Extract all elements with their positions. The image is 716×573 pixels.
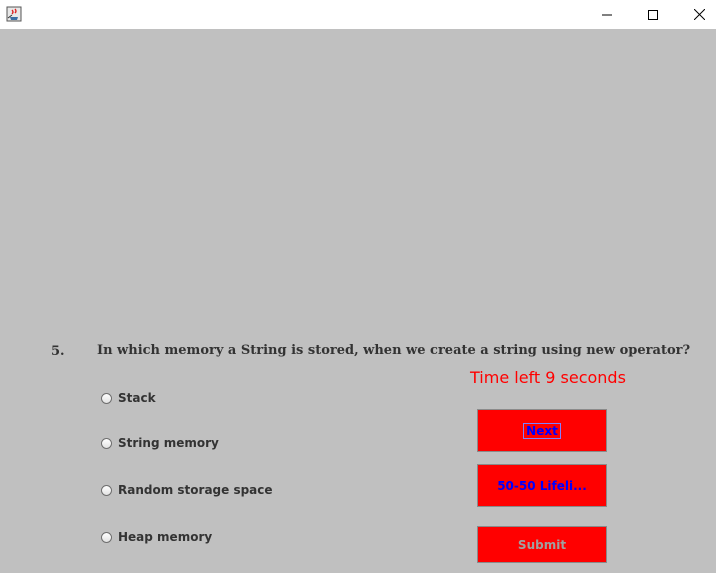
submit-button[interactable]: Submit [477,526,607,563]
timer-label: Time left 9 seconds [470,368,626,387]
option-random-storage-space[interactable]: Random storage space [101,481,273,499]
maximize-button[interactable] [630,0,676,29]
radio-button[interactable] [101,531,112,543]
lifeline-button[interactable]: 50-50 Lifeli... [477,464,607,507]
close-icon [693,5,705,24]
radio-button[interactable] [101,392,112,404]
minimize-button[interactable] [584,0,630,29]
option-label: Heap memory [118,530,213,544]
option-heap-memory[interactable]: Heap memory [101,528,212,546]
option-stack[interactable]: Stack [101,389,156,407]
option-label: Stack [118,391,156,405]
maximize-icon [648,5,658,24]
next-button-label: Next [523,422,561,439]
minimize-icon [602,5,612,24]
close-button[interactable] [676,0,716,29]
option-label: Random storage space [118,483,273,497]
question-text: In which memory a String is stored, when… [97,343,691,358]
next-button[interactable]: Next [477,409,607,452]
lifeline-button-label: 50-50 Lifeli... [497,478,587,493]
radio-button[interactable] [101,484,112,496]
option-string-memory[interactable]: String memory [101,434,219,452]
title-bar [0,0,716,29]
radio-button[interactable] [101,437,112,449]
submit-button-label: Submit [517,537,567,552]
option-label: String memory [118,436,219,450]
java-cup-icon [6,6,22,22]
question-number: 5. [51,344,65,359]
